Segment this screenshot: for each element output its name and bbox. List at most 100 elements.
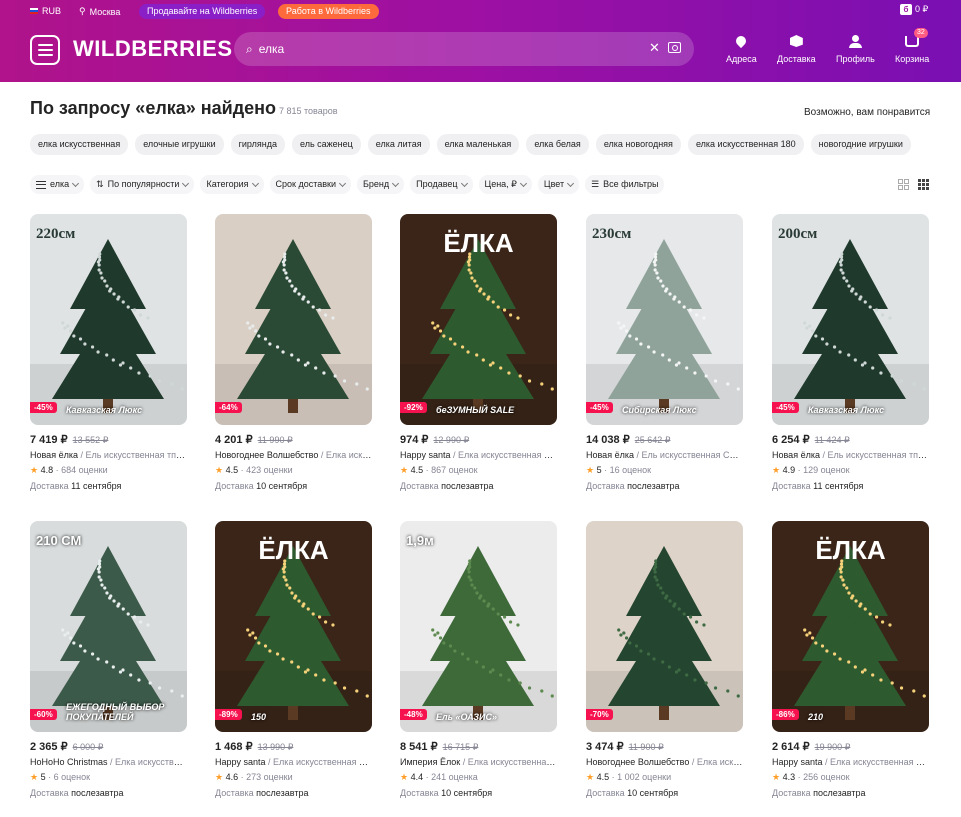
delivery-date: 10 сентября — [627, 788, 679, 798]
product-name[interactable]: Новая ёлка / Ель искусственная тпк "... — [30, 450, 187, 460]
delivery-info: Доставка 11 сентября — [30, 481, 187, 491]
suggestion-chip[interactable]: елочные игрушки — [135, 134, 224, 155]
product-title: / Елка искус... — [320, 450, 372, 460]
filter-category-tree[interactable]: елка — [30, 175, 85, 194]
product-image[interactable]: ЁЛКА 150 -89% — [215, 521, 372, 732]
product-name[interactable]: Happy santa / Елка искусственная 210... — [772, 757, 929, 767]
sell-on-wb-link[interactable]: Продавайте на Wildberries — [139, 4, 266, 19]
filter-delivery-time[interactable]: Срок доставки — [269, 175, 352, 194]
review-count: 684 оценки — [61, 465, 108, 475]
delivery-box-icon — [789, 35, 803, 47]
product-image[interactable]: ЁЛКА 210 -86% — [772, 521, 929, 732]
nav-addresses[interactable]: Адреса — [726, 32, 757, 64]
product-card[interactable]: ЁЛКА беЗУМНЫЙ SALE -92% 974 ₽ 12 990 ₽ H… — [400, 214, 557, 491]
rating-row: ★ 4.5 · 867 оценок — [400, 465, 478, 475]
review-count: 241 оценка — [431, 772, 478, 782]
product-card[interactable]: 210 СМ ЕЖЕГОДНЫЙ ВЫБОР ПОКУПАТЕЛЕЙ -60% … — [30, 521, 187, 798]
all-filters-button[interactable]: ☰ Все фильтры — [585, 175, 665, 194]
discount-badge: -86% — [772, 709, 799, 720]
product-name[interactable]: Новогоднее Волшебство / Елка искус... — [586, 757, 743, 767]
suggestion-chip[interactable]: гирлянда — [230, 134, 285, 155]
review-count: 256 оценок — [803, 772, 850, 782]
suggestion-chip[interactable]: ель саженец — [291, 134, 361, 155]
image-overlay-text: ЁЛКА — [815, 535, 886, 565]
suggestion-chip[interactable]: елка литая — [367, 134, 430, 155]
product-card[interactable]: -70% 3 474 ₽ 11 900 ₽ Новогоднее Волшебс… — [586, 521, 743, 798]
christmas-tree-image — [586, 214, 743, 425]
menu-button[interactable] — [30, 35, 60, 65]
search-input[interactable] — [258, 42, 639, 56]
product-image[interactable]: 1,9м Ель «ОАЗИС» -48% — [400, 521, 557, 732]
filter-seller[interactable]: Продавец — [410, 175, 473, 194]
discount-badge: -70% — [586, 709, 613, 720]
brand-name: Новая ёлка — [772, 450, 820, 460]
logo[interactable]: WILDBERRIES — [73, 36, 233, 62]
flag-icon — [30, 8, 38, 14]
product-card[interactable]: -64% 4 201 ₽ 11 990 ₽ Новогоднее Волшебс… — [215, 214, 372, 491]
product-name[interactable]: Новая ёлка / Ель искусственная Сиби... — [586, 450, 743, 460]
image-caption: Кавказская Люкс — [808, 405, 885, 415]
product-card[interactable]: ЁЛКА 150 -89% 1 468 ₽ 13 990 ₽ Happy san… — [215, 521, 372, 798]
product-name[interactable]: Happy santa / Елка искусственная 150... — [215, 757, 372, 767]
product-title: / Елка искусственная н... — [460, 757, 557, 767]
product-name[interactable]: Новая ёлка / Ель искусственная тпк "... — [772, 450, 929, 460]
camera-search-icon[interactable] — [668, 42, 681, 53]
product-name[interactable]: Новогоднее Волшебство / Елка искус... — [215, 450, 372, 460]
product-image[interactable]: ЁЛКА беЗУМНЫЙ SALE -92% — [400, 214, 557, 425]
suggestion-chip[interactable]: елка новогодняя — [595, 134, 681, 155]
product-image[interactable]: 200см Кавказская Люкс -45% — [772, 214, 929, 425]
current-price: 974 ₽ — [400, 434, 429, 446]
christmas-tree-image — [30, 214, 187, 425]
clear-search-icon[interactable]: ✕ — [649, 40, 660, 56]
nav-label: Профиль — [836, 54, 875, 64]
currency-selector[interactable]: RUB — [30, 6, 61, 16]
filter-price[interactable]: Цена, ₽ — [478, 175, 532, 194]
grid-view-small-icon[interactable] — [918, 179, 929, 190]
product-image[interactable]: 220см Кавказская Люкс -45% — [30, 214, 187, 425]
recommendations-link[interactable]: Возможно, вам понравится — [804, 107, 930, 118]
filter-label: Категория — [206, 179, 249, 189]
grid-view-large-icon[interactable] — [898, 179, 909, 190]
rating-row: ★ 4.5 · 1 002 оценки — [586, 772, 672, 782]
product-name[interactable]: HoHoHo Christmas / Елка искусственн... — [30, 757, 187, 767]
filter-sort[interactable]: ⇅ По популярности — [90, 175, 195, 194]
product-card[interactable]: 1,9м Ель «ОАЗИС» -48% 8 541 ₽ 16 715 ₽ И… — [400, 521, 557, 798]
chevron-down-icon — [392, 179, 400, 187]
suggestion-chip[interactable]: елка искусственная 180 — [687, 134, 804, 155]
nav-delivery[interactable]: Доставка — [777, 32, 816, 64]
nav-profile[interactable]: Профиль — [836, 32, 875, 64]
product-image[interactable]: 230см Сибирская Люкс -45% — [586, 214, 743, 425]
product-image[interactable]: 210 СМ ЕЖЕГОДНЫЙ ВЫБОР ПОКУПАТЕЛЕЙ -60% — [30, 521, 187, 732]
wallet[interactable]: б0 ₽ — [900, 4, 928, 15]
image-caption: 210 — [808, 712, 824, 722]
filter-brand[interactable]: Бренд — [357, 175, 405, 194]
review-count: 273 оценки — [246, 772, 293, 782]
product-name[interactable]: Империя Ёлок / Елка искусственная н... — [400, 757, 557, 767]
product-card[interactable]: 230см Сибирская Люкс -45% 14 038 ₽ 25 64… — [586, 214, 743, 491]
product-card[interactable]: ЁЛКА 210 -86% 2 614 ₽ 19 900 ₽ Happy san… — [772, 521, 929, 798]
filter-category[interactable]: Категория — [200, 175, 264, 194]
suggestion-chip[interactable]: елка искусственная — [30, 134, 129, 155]
search-bar: ⌕ ✕ — [234, 32, 694, 66]
product-title: / Елка искусственная 150... — [265, 757, 372, 767]
filter-color[interactable]: Цвет — [537, 175, 580, 194]
suggestion-chip[interactable]: елка маленькая — [436, 134, 520, 155]
product-card[interactable]: 200см Кавказская Люкс -45% 6 254 ₽ 11 42… — [772, 214, 929, 491]
suggestion-chip[interactable]: новогодние игрушки — [810, 134, 911, 155]
delivery-info: Доставка 11 сентября — [772, 481, 929, 491]
filter-label: Цена, ₽ — [484, 179, 517, 189]
rating-row: ★ 5 · 6 оценок — [30, 772, 91, 782]
product-name[interactable]: Happy santa / Елка искусственная 120... — [400, 450, 557, 460]
delivery-label: Доставка — [30, 481, 69, 491]
sort-icon: ⇅ — [96, 179, 104, 189]
product-card[interactable]: 220см Кавказская Люкс -45% 7 419 ₽ 13 55… — [30, 214, 187, 491]
city-selector[interactable]: ⚲ Москва — [79, 6, 120, 17]
delivery-date: 11 сентября — [813, 481, 864, 491]
page-title: По запросу «елка» найдено — [30, 98, 277, 118]
product-image[interactable]: -70% — [586, 521, 743, 732]
product-image[interactable]: -64% — [215, 214, 372, 425]
chevron-down-icon — [338, 179, 347, 187]
suggestion-chip[interactable]: елка белая — [526, 134, 589, 155]
rating-value: 4.5 — [410, 465, 424, 475]
work-at-wb-link[interactable]: Работа в Wildberries — [278, 4, 379, 19]
